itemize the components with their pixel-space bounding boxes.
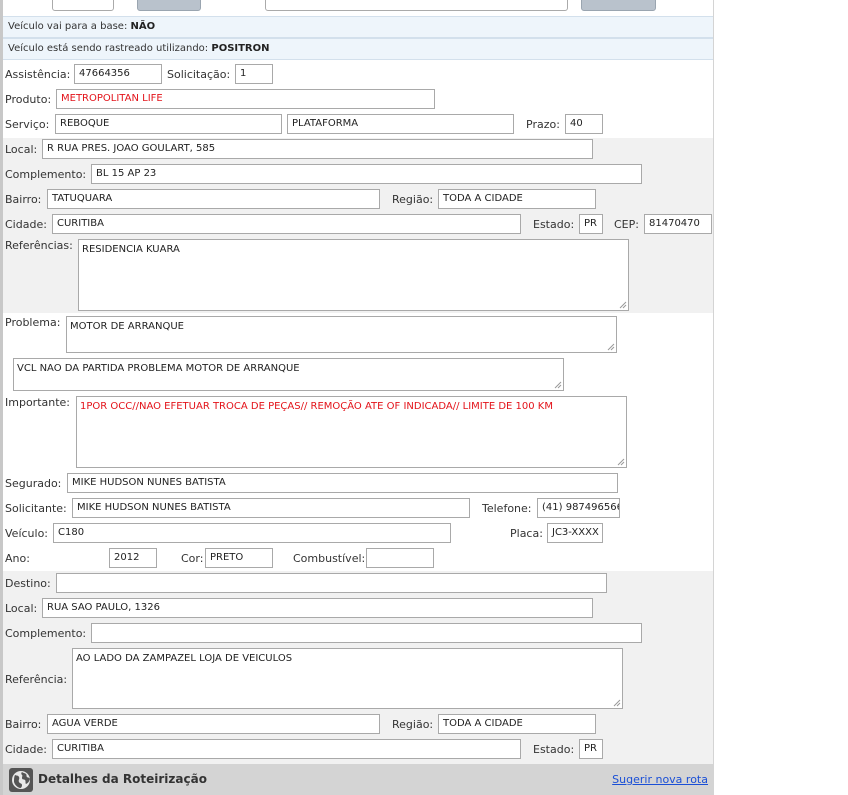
destino-referencia-textarea[interactable]: AO LADO DA ZAMPAZEL LOJA DE VEICULOS <box>72 648 623 709</box>
problema-label: Problema: <box>5 316 61 329</box>
referencias-label: Referências: <box>5 239 73 252</box>
cep-field[interactable]: 81470470 <box>644 214 712 234</box>
importante-text: 1POR OCC//NAO EFETUAR TROCA DE PEÇAS// R… <box>80 401 553 412</box>
ano-field[interactable]: 2012 <box>109 548 157 568</box>
servico-field[interactable]: REBOQUE <box>55 114 282 134</box>
solicitante-field[interactable]: MIKE HUDSON NUNES BATISTA <box>72 498 470 518</box>
resize-grip-icon[interactable] <box>607 343 615 351</box>
destino-label: Destino: <box>5 577 51 590</box>
destino-cidade-label: Cidade: <box>5 743 47 756</box>
veiculo-field[interactable]: C180 <box>53 523 451 543</box>
combustivel-label: Combustível: <box>293 552 366 565</box>
top-button-stub[interactable] <box>137 0 201 11</box>
destino-local-label: Local: <box>5 602 38 615</box>
destino-estado-label: Estado: <box>533 743 575 756</box>
prazo-field[interactable]: 40 <box>565 114 603 134</box>
regiao-field[interactable]: TODA A CIDADE <box>438 189 596 209</box>
resize-grip-icon[interactable] <box>554 381 562 389</box>
destino-cidade-field[interactable]: CURITIBA <box>52 739 521 759</box>
top-field-stub[interactable] <box>52 0 114 11</box>
destino-field[interactable] <box>56 573 607 593</box>
globe-icon <box>9 768 33 792</box>
problema-descricao-text: VCL NAO DA PARTIDA PROBLEMA MOTOR DE ARR… <box>17 363 300 374</box>
segurado-label: Segurado: <box>5 477 62 490</box>
destino-local-field[interactable]: RUA SAO PAULO, 1326 <box>42 598 593 618</box>
placa-label: Placa: <box>510 527 543 540</box>
solicitacao-label: Solicitação: <box>167 68 231 81</box>
servico-label: Serviço: <box>5 118 50 131</box>
destino-bairro-label: Bairro: <box>5 718 42 731</box>
estado-field[interactable]: PR <box>579 214 603 234</box>
complemento-label: Complemento: <box>5 168 87 181</box>
tracking-info-value: POSITRON <box>211 43 270 54</box>
destino-referencia-text: AO LADO DA ZAMPAZEL LOJA DE VEICULOS <box>76 653 293 664</box>
resize-grip-icon[interactable] <box>617 458 625 466</box>
cor-field[interactable]: PRETO <box>205 548 273 568</box>
bairro-label: Bairro: <box>5 193 42 206</box>
complemento-field[interactable]: BL 15 AP 23 <box>91 164 642 184</box>
local-field[interactable]: R RUA PRES. JOAO GOULART, 585 <box>42 139 593 159</box>
base-info-row: Veículo vai para a base: NÃO <box>3 16 713 38</box>
importante-label: Importante: <box>5 396 71 409</box>
cidade-field[interactable]: CURITIBA <box>52 214 521 234</box>
segurado-field[interactable]: MIKE HUDSON NUNES BATISTA <box>67 473 618 493</box>
cidade-label: Cidade: <box>5 218 47 231</box>
cor-label: Cor: <box>181 552 204 565</box>
routing-details-title: Detalhes da Roteirização <box>38 772 207 786</box>
base-info-label: Veículo vai para a base: <box>8 21 128 32</box>
suggest-new-route-link[interactable]: Sugerir nova rota <box>612 773 708 786</box>
destino-regiao-field[interactable]: TODA A CIDADE <box>438 714 596 734</box>
combustivel-field[interactable] <box>366 548 434 568</box>
problema-text: MOTOR DE ARRANQUE <box>70 321 184 332</box>
telefone-field[interactable]: (41) 987496566 <box>537 498 620 518</box>
produto-label: Produto: <box>5 93 52 106</box>
top-button-stub-2[interactable] <box>581 0 656 11</box>
referencias-text: RESIDENCIA KUARA <box>82 244 180 255</box>
destino-estado-field[interactable]: PR <box>579 739 603 759</box>
tracking-info-row: Veículo está sendo rastreado utilizando:… <box>3 38 713 60</box>
destino-complemento-field[interactable] <box>91 623 642 643</box>
solicitante-label: Solicitante: <box>5 502 67 515</box>
destino-bairro-field[interactable]: AGUA VERDE <box>47 714 380 734</box>
veiculo-label: Veículo: <box>5 527 49 540</box>
servico-tipo-field[interactable]: PLATAFORMA <box>287 114 514 134</box>
problema-descricao-textarea[interactable]: VCL NAO DA PARTIDA PROBLEMA MOTOR DE ARR… <box>13 358 564 391</box>
prazo-label: Prazo: <box>526 118 560 131</box>
top-toolbar <box>3 0 713 15</box>
solicitacao-field[interactable]: 1 <box>235 64 273 84</box>
base-info-value: NÃO <box>130 21 156 32</box>
routing-details-header: Detalhes da Roteirização Sugerir nova ro… <box>3 764 713 795</box>
problema-textarea[interactable]: MOTOR DE ARRANQUE <box>66 316 617 353</box>
importante-textarea[interactable]: 1POR OCC//NAO EFETUAR TROCA DE PEÇAS// R… <box>76 396 627 468</box>
placa-field[interactable]: JC3-XXXX <box>547 523 603 543</box>
destino-referencia-label: Referência: <box>5 673 68 686</box>
local-label: Local: <box>5 143 38 156</box>
regiao-label: Região: <box>392 193 434 206</box>
bairro-field[interactable]: TATUQUARA <box>47 189 380 209</box>
estado-label: Estado: <box>533 218 575 231</box>
destino-regiao-label: Região: <box>392 718 434 731</box>
destino-complemento-label: Complemento: <box>5 627 87 640</box>
telefone-label: Telefone: <box>482 502 532 515</box>
referencias-textarea[interactable]: RESIDENCIA KUARA <box>78 239 629 311</box>
ano-label: Ano: <box>5 552 30 565</box>
resize-grip-icon[interactable] <box>619 301 627 309</box>
service-order-panel: Veículo vai para a base: NÃO Veículo est… <box>0 0 714 795</box>
cep-label: CEP: <box>614 218 639 231</box>
tracking-info-label: Veículo está sendo rastreado utilizando: <box>8 43 209 54</box>
top-search-stub[interactable] <box>265 0 568 11</box>
assistencia-label: Assistência: <box>5 68 71 81</box>
resize-grip-icon[interactable] <box>613 699 621 707</box>
produto-field[interactable]: METROPOLITAN LIFE <box>56 89 435 109</box>
assistencia-field[interactable]: 47664356 <box>74 64 162 84</box>
